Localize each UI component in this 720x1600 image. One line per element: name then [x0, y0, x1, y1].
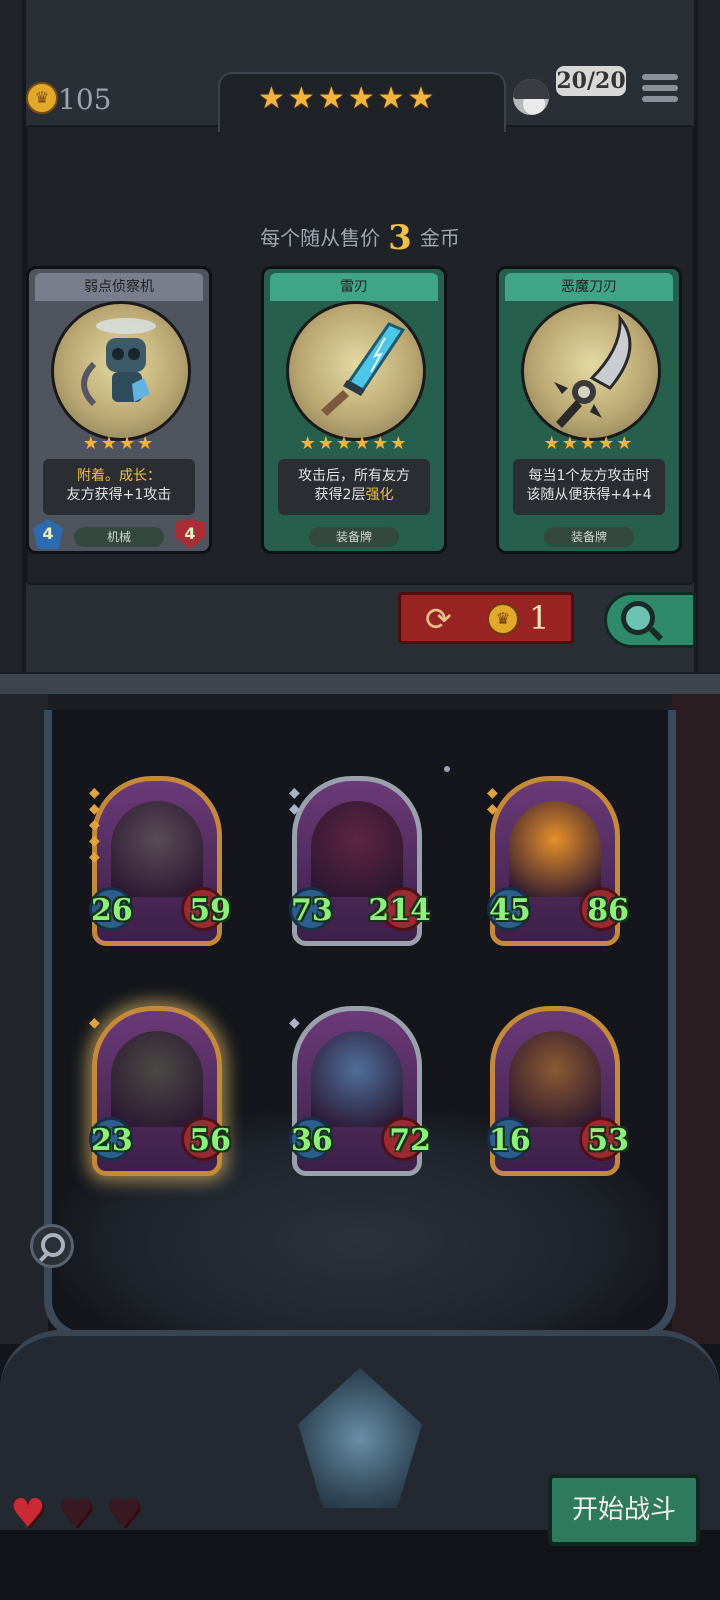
minion-health: 53 — [587, 1123, 629, 1158]
board-wall-right — [672, 694, 720, 1344]
card-effect-text: 每当1个友方攻击时 — [528, 468, 650, 484]
board-minion-dark-elf-sorceress[interactable]: ◆ ◆ 73 214 — [289, 776, 431, 946]
menu-icon-bar — [642, 74, 678, 80]
heart-icon: ♥ — [58, 1491, 94, 1537]
minion-tier-pips: ◆ ◆ — [289, 785, 300, 817]
card-title: 弱点侦察机 — [35, 273, 203, 301]
minion-attack: 73 — [291, 893, 333, 928]
minion-attack: 36 — [291, 1123, 333, 1158]
minion-attack: 16 — [489, 1123, 531, 1158]
card-art-drone — [51, 301, 191, 441]
card-effect-text: 该随从便获得+4+4 — [526, 487, 652, 503]
board-minion-drill-robot[interactable]: 16 53 — [487, 1006, 629, 1176]
board-minion-succubus-elf[interactable]: ◆ 36 72 — [289, 1006, 431, 1176]
sell-price-value: 3 — [388, 218, 412, 258]
card-description: 附着。成长： 友方获得+1攻击 — [43, 459, 195, 515]
minion-tier-pips: ◆ — [289, 1015, 300, 1031]
board-inspect-button[interactable] — [30, 1224, 74, 1268]
card-description: 攻击后，所有友方 获得2层强化 — [278, 459, 430, 515]
tavern-star-icon: ★ — [287, 81, 315, 116]
sell-price-label: 每个随从售价 — [260, 226, 381, 250]
minion-portrait — [111, 1031, 203, 1127]
heart-icon: ♥ — [106, 1491, 142, 1537]
card-art-blade — [286, 301, 426, 441]
card-title: 恶魔刀刃 — [505, 273, 673, 301]
shop-card-weak-point-drone[interactable]: 弱点侦察机 ★★★★ 附着。成长： 友方获得+1攻击 机械 4 4 — [26, 266, 212, 554]
robot-drone-icon — [81, 318, 156, 407]
minion-tier-pips: ◆ ◆ ◆ ◆ ◆ — [89, 785, 100, 865]
card-effect-text: 攻击后，所有友方 — [298, 468, 410, 484]
tavern-star-icon: ★ — [377, 81, 405, 116]
menu-button[interactable] — [642, 74, 678, 108]
board-minion-scarecrow-reaper[interactable]: ◆ 23 56 — [89, 1006, 231, 1176]
gold-coin-icon: ♛ — [26, 82, 58, 114]
shop-card-thunder-blade[interactable]: 雷刃 ★★★★★★ 攻击后，所有友方 获得2层强化 装备牌 — [261, 266, 447, 554]
minion-health: 72 — [389, 1123, 431, 1158]
minion-tier-pips: ◆ ◆ — [487, 785, 498, 817]
minion-health: 214 — [368, 893, 431, 928]
card-attack: 4 — [33, 519, 63, 549]
card-star-rating: ★★★★★★ — [299, 433, 409, 454]
minion-attack: 26 — [91, 893, 133, 928]
panel-divider — [0, 672, 720, 696]
card-type-tag: 装备牌 — [309, 527, 399, 547]
tavern-star-icon: ★ — [407, 81, 435, 116]
sparkle — [444, 766, 450, 772]
card-keyword: 强化 — [365, 487, 394, 503]
gold-amount: 105 — [58, 83, 112, 116]
card-type-tag: 机械 — [74, 527, 164, 547]
minion-portrait — [311, 1031, 403, 1127]
board-minion-pumpkin-ghost[interactable]: ◆ ◆ 45 86 — [487, 776, 629, 946]
minion-portrait — [111, 801, 203, 897]
shop-card-demon-blade[interactable]: 恶魔刀刃 ★★★★★ 每当1个友方攻击时 该随从便获得+4+4 装备牌 — [496, 266, 682, 554]
card-type-tag: 装备牌 — [544, 527, 634, 547]
card-star-rating: ★★★★★ — [543, 433, 635, 454]
minion-portrait — [509, 801, 601, 897]
refresh-shop-button[interactable]: ⟳ ♛ 1 — [398, 592, 574, 644]
heart-icon: ♥ — [10, 1491, 46, 1537]
card-health: 4 — [175, 519, 205, 549]
inspect-button[interactable] — [604, 592, 696, 648]
minion-health: 56 — [189, 1123, 231, 1158]
minion-health: 59 — [189, 893, 231, 928]
gold-coin-icon: ♛ — [487, 603, 519, 635]
refresh-icon: ⟳ — [425, 600, 452, 638]
magnifier-handle — [39, 1252, 49, 1262]
card-effect-text: 友方获得+1攻击 — [66, 487, 172, 503]
tavern-star-rating: ★ ★ ★ ★ ★ ★ — [258, 84, 468, 114]
menu-icon-bar — [642, 85, 678, 91]
card-star-rating: ★★★★ — [82, 433, 156, 454]
tavern-star-icon: ★ — [317, 81, 345, 116]
tavern-star-icon: ★ — [347, 81, 375, 116]
card-description: 每当1个友方攻击时 该随从便获得+4+4 — [513, 459, 665, 515]
card-art-demon-blade — [521, 301, 661, 441]
player-health: 20/20 — [556, 66, 626, 96]
player-avatar[interactable] — [510, 76, 552, 118]
sell-price-unit: 金币 — [419, 226, 460, 250]
crystal-dagger-icon — [321, 322, 406, 416]
tavern-star-icon: ★ — [258, 81, 285, 116]
minion-attack: 45 — [489, 893, 531, 928]
start-battle-button[interactable]: 开始战斗 — [548, 1474, 700, 1546]
demon-sword-icon — [554, 313, 632, 428]
board-minion-flame-bulldog[interactable]: ◆ ◆ ◆ ◆ ◆ 26 59 — [89, 776, 231, 946]
minion-attack: 23 — [91, 1123, 133, 1158]
card-keyword: 附着。成长： — [77, 468, 161, 484]
card-effect-text: 获得2层 — [314, 487, 366, 503]
minion-tier-pips: ◆ — [89, 1015, 100, 1031]
sell-price-notice: 每个随从售价 3 金币 — [0, 218, 720, 258]
minion-portrait — [311, 801, 403, 897]
magnifier-handle — [648, 626, 664, 642]
minion-health: 86 — [587, 893, 629, 928]
refresh-cost: 1 — [529, 599, 550, 637]
minion-portrait — [509, 1031, 601, 1127]
card-title: 雷刃 — [270, 273, 438, 301]
menu-icon-bar — [642, 96, 678, 102]
